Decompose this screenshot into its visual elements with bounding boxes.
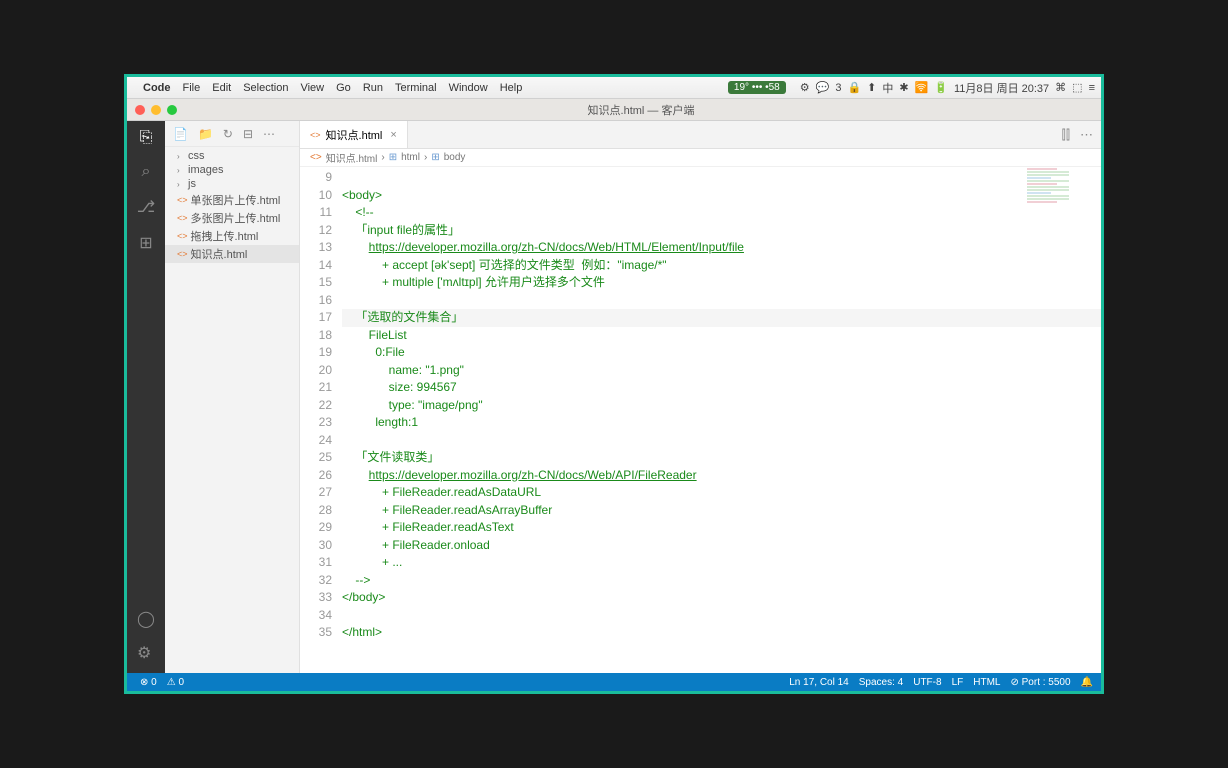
tray-badge[interactable]: 3 <box>835 82 841 94</box>
settings-gear-icon[interactable]: ⚙ <box>137 643 155 663</box>
split-editor-icon[interactable]: ⫿⫿ <box>1062 127 1070 143</box>
file-item-selected[interactable]: <>知识点.html <box>165 245 299 263</box>
eol[interactable]: LF <box>952 677 964 688</box>
menu-help[interactable]: Help <box>500 82 523 94</box>
status-bar: ⊗ 0 ⚠ 0 Ln 17, Col 14 Spaces: 4 UTF-8 LF… <box>127 673 1101 691</box>
explorer-icon[interactable]: ⎘ <box>140 129 153 147</box>
spotlight-icon[interactable]: ⌘ <box>1055 81 1066 94</box>
file-tree: ›css ›images ›js <>单张图片上传.html <>多张图片上传.… <box>165 147 299 265</box>
file-item[interactable]: <>单张图片上传.html <box>165 191 299 209</box>
battery-icon[interactable]: 🔋 <box>934 81 948 94</box>
menu-file[interactable]: File <box>183 82 201 94</box>
input-method-icon[interactable]: 中 <box>882 80 893 96</box>
app-name[interactable]: Code <box>143 82 171 94</box>
menu-run[interactable]: Run <box>363 82 383 94</box>
tray-icon[interactable]: 💬 <box>816 81 830 94</box>
collapse-icon[interactable]: ⊟ <box>243 127 253 141</box>
tab-label: 知识点.html <box>326 127 383 143</box>
status-warnings[interactable]: ⚠ 0 <box>162 677 189 688</box>
html-file-icon: <> <box>310 130 321 140</box>
wifi-icon[interactable]: 🛜 <box>915 81 929 94</box>
element-icon: ⊞ <box>389 152 397 163</box>
window-title: 知识点.html — 客户端 <box>189 102 1093 118</box>
breadcrumb[interactable]: <> 知识点.html › ⊞ html › ⊞ body <box>300 149 1101 167</box>
editor-area: <> 知识点.html × ⫿⫿ ⋯ <> 知识点.html › ⊞ html … <box>300 121 1101 673</box>
window-titlebar: 知识点.html — 客户端 <box>127 99 1101 121</box>
close-tab-icon[interactable]: × <box>390 129 396 141</box>
encoding[interactable]: UTF-8 <box>913 677 941 688</box>
main-area: ⎘ ⌕ ⎇ ⊞ ◯ ⚙ 📄 📁 ↻ ⊟ ⋯ ›css ›images ›js <… <box>127 121 1101 673</box>
live-server-port[interactable]: ⊘ Port : 5500 <box>1010 677 1070 688</box>
tray-icon[interactable]: 🔒 <box>847 81 861 94</box>
menu-view[interactable]: View <box>300 82 324 94</box>
menu-selection[interactable]: Selection <box>243 82 288 94</box>
explorer-sidebar: 📄 📁 ↻ ⊟ ⋯ ›css ›images ›js <>单张图片上传.html… <box>165 121 300 673</box>
code-content[interactable]: <body> <!-- 「input file的属性」 https://deve… <box>342 167 1101 673</box>
more-actions-icon[interactable]: ⋯ <box>1080 127 1093 143</box>
siri-icon[interactable]: ≡ <box>1089 82 1095 94</box>
menu-terminal[interactable]: Terminal <box>395 82 437 94</box>
vscode-window: Code File Edit Selection View Go Run Ter… <box>124 74 1104 694</box>
extensions-icon[interactable]: ⊞ <box>139 233 152 253</box>
new-folder-icon[interactable]: 📁 <box>198 127 213 141</box>
menu-go[interactable]: Go <box>336 82 351 94</box>
menu-edit[interactable]: Edit <box>212 82 231 94</box>
refresh-icon[interactable]: ↻ <box>223 127 233 141</box>
line-numbers: 9101112131415161718192021222324252627282… <box>300 167 342 673</box>
editor-tab-active[interactable]: <> 知识点.html × <box>300 121 408 148</box>
language-mode[interactable]: HTML <box>973 677 1000 688</box>
tray-icon[interactable]: ⚙ <box>800 81 810 94</box>
folder-item[interactable]: ›js <box>165 177 299 191</box>
html-file-icon: <> <box>310 152 322 163</box>
notifications-icon[interactable]: 🔔 <box>1081 677 1093 688</box>
maximize-window-icon[interactable] <box>167 105 177 115</box>
folder-item[interactable]: ›images <box>165 163 299 177</box>
code-editor[interactable]: 9101112131415161718192021222324252627282… <box>300 167 1101 673</box>
more-icon[interactable]: ⋯ <box>263 127 275 141</box>
clock[interactable]: 11月8日 周日 20:37 <box>954 80 1049 96</box>
account-icon[interactable]: ◯ <box>137 609 155 629</box>
source-control-icon[interactable]: ⎇ <box>137 197 155 217</box>
traffic-lights <box>135 105 177 115</box>
weather-pill[interactable]: 19° ••• •58 <box>728 81 786 94</box>
status-errors[interactable]: ⊗ 0 <box>135 677 162 688</box>
indentation[interactable]: Spaces: 4 <box>859 677 903 688</box>
cursor-position[interactable]: Ln 17, Col 14 <box>789 677 849 688</box>
editor-tabs: <> 知识点.html × ⫿⫿ ⋯ <box>300 121 1101 149</box>
close-window-icon[interactable] <box>135 105 145 115</box>
explorer-toolbar: 📄 📁 ↻ ⊟ ⋯ <box>165 121 299 147</box>
file-item[interactable]: <>多张图片上传.html <box>165 209 299 227</box>
folder-item[interactable]: ›css <box>165 149 299 163</box>
activity-bar: ⎘ ⌕ ⎇ ⊞ ◯ ⚙ <box>127 121 165 673</box>
minimize-window-icon[interactable] <box>151 105 161 115</box>
file-item[interactable]: <>拖拽上传.html <box>165 227 299 245</box>
control-center-icon[interactable]: ⬚ <box>1072 81 1082 94</box>
new-file-icon[interactable]: 📄 <box>173 127 188 141</box>
menu-window[interactable]: Window <box>449 82 488 94</box>
bluetooth-icon[interactable]: ✱ <box>899 81 908 94</box>
element-icon: ⊞ <box>431 152 439 163</box>
macos-menubar: Code File Edit Selection View Go Run Ter… <box>127 77 1101 99</box>
search-icon[interactable]: ⌕ <box>142 163 151 181</box>
tray-icon[interactable]: ⬆ <box>867 81 876 94</box>
